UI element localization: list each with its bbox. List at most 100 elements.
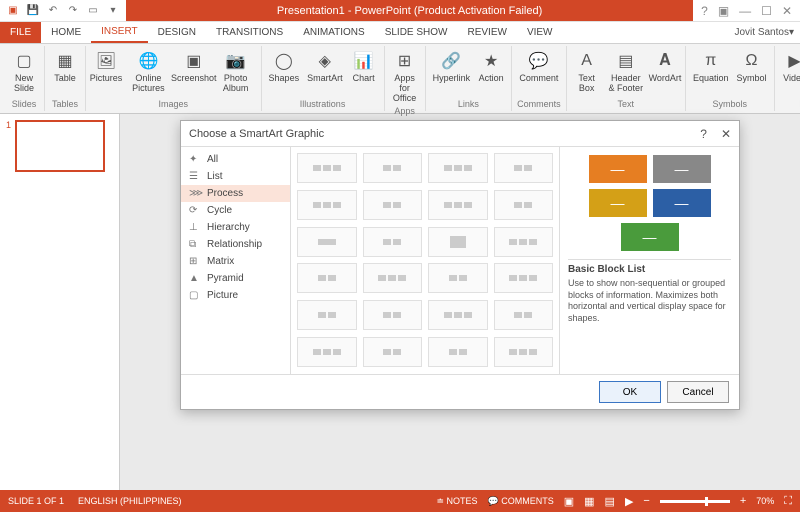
category-matrix[interactable]: ⊞Matrix [181,253,290,270]
gallery-item[interactable] [428,300,488,330]
fit-window-icon[interactable]: ⛶ [784,495,792,508]
reading-view-icon[interactable]: ▤ [605,495,615,508]
gallery-item[interactable] [363,300,423,330]
help-icon[interactable]: ? [701,4,708,18]
category-relationship[interactable]: ⧉Relationship [181,236,290,253]
photo-album-button[interactable]: 📷Photo Album [216,48,256,96]
hyperlink-button[interactable]: 🔗Hyperlink [431,48,473,86]
redo-icon[interactable]: ↷ [66,4,80,18]
normal-view-icon[interactable]: ▣ [564,495,574,508]
table-button[interactable]: ▦Table [50,48,80,86]
screenshot-button[interactable]: ▣Screenshot [176,48,212,86]
tab-transitions[interactable]: TRANSITIONS [206,22,293,43]
minimize-icon[interactable]: — [739,4,751,18]
category-cycle[interactable]: ⟳Cycle [181,202,290,219]
language-indicator[interactable]: ENGLISH (PHILIPPINES) [78,496,182,506]
gallery-item[interactable] [297,337,357,367]
comments-button[interactable]: 💬 COMMENTS [488,496,554,507]
category-list: ✦All ☰List ⋙Process ⟳Cycle ⊥Hierarchy ⧉R… [181,147,291,374]
gallery-item[interactable] [428,227,488,257]
smartart-dialog: Choose a SmartArt Graphic ? ✕ ✦All ☰List… [180,120,740,410]
symbol-button[interactable]: ΩSymbol [735,48,769,86]
gallery-item[interactable] [494,227,554,257]
shapes-button[interactable]: ◯Shapes [267,48,302,86]
gallery-item[interactable] [494,337,554,367]
gallery-item[interactable] [363,263,423,293]
chart-button[interactable]: 📊Chart [349,48,379,86]
preview-pane: — — — — — Basic Block List Use to show n… [559,147,739,374]
tab-design[interactable]: DESIGN [148,22,206,43]
new-slide-button[interactable]: ▢New Slide [9,48,39,96]
gallery-item[interactable] [494,300,554,330]
apps-button[interactable]: ⊞Apps for Office [390,48,420,106]
gallery-item[interactable] [428,190,488,220]
ok-button[interactable]: OK [599,381,661,403]
gallery-item[interactable] [297,227,357,257]
tab-home[interactable]: HOME [41,22,91,43]
dialog-close-icon[interactable]: ✕ [721,127,731,141]
tab-view[interactable]: VIEW [517,22,563,43]
gallery-item[interactable] [297,153,357,183]
comment-button[interactable]: 💬Comment [517,48,560,86]
gallery-item[interactable] [363,190,423,220]
category-picture[interactable]: ▢Picture [181,287,290,304]
close-icon[interactable]: ✕ [782,4,792,18]
action-button[interactable]: ★Action [476,48,506,86]
zoom-slider[interactable] [660,500,730,503]
textbox-button[interactable]: AText Box [572,48,602,96]
zoom-level[interactable]: 70% [756,496,774,506]
cancel-button[interactable]: Cancel [667,381,729,403]
maximize-icon[interactable]: ☐ [761,4,772,18]
undo-icon[interactable]: ↶ [46,4,60,18]
category-list-item[interactable]: ☰List [181,168,290,185]
zoom-out-icon[interactable]: − [643,495,649,507]
save-icon[interactable]: 💾 [26,4,40,18]
gallery-item[interactable] [494,263,554,293]
preview-title: Basic Block List [568,259,731,275]
gallery-item[interactable] [494,153,554,183]
gallery-item[interactable] [428,337,488,367]
tab-animations[interactable]: ANIMATIONS [293,22,374,43]
tab-file[interactable]: FILE [0,22,41,43]
category-all[interactable]: ✦All [181,151,290,168]
tab-slideshow[interactable]: SLIDE SHOW [375,22,458,43]
notes-button[interactable]: ≐ NOTES [436,496,477,507]
gallery-item[interactable] [428,153,488,183]
gallery-item[interactable] [363,227,423,257]
slideshow-view-icon[interactable]: ▶ [625,495,633,508]
thumbnail-preview [15,120,105,172]
gallery-item[interactable] [428,263,488,293]
ribbon-opts-icon[interactable]: ▣ [718,4,729,18]
qat-more-icon[interactable]: ▾ [106,4,120,18]
pictures-button[interactable]: 🖼Pictures [91,48,121,86]
smartart-button[interactable]: ◈SmartArt [305,48,345,86]
titlebar: ▣ 💾 ↶ ↷ ▭ ▾ Presentation1 - PowerPoint (… [0,0,800,22]
gallery-item[interactable] [297,190,357,220]
online-pictures-button[interactable]: 🌐Online Pictures [125,48,172,96]
zoom-in-icon[interactable]: + [740,495,746,507]
preview-block: — [589,155,647,183]
category-process[interactable]: ⋙Process [181,185,290,202]
start-icon[interactable]: ▭ [86,4,100,18]
category-hierarchy[interactable]: ⊥Hierarchy [181,219,290,236]
tab-insert[interactable]: INSERT [91,22,148,43]
sorter-view-icon[interactable]: ▦ [584,495,594,508]
video-button[interactable]: ▶Video [780,48,800,86]
dialog-help-icon[interactable]: ? [700,127,707,141]
category-pyramid[interactable]: ▲Pyramid [181,270,290,287]
preview-description: Use to show non-sequential or grouped bl… [568,278,731,325]
gallery-item[interactable] [297,263,357,293]
header-footer-button[interactable]: ▤Header & Footer [606,48,646,96]
wordart-button[interactable]: 𝐀WordArt [650,48,680,86]
gallery-item[interactable] [494,190,554,220]
powerpoint-icon: ▣ [6,4,20,18]
user-menu[interactable]: Jovit Santos ▾ [734,22,794,43]
gallery-item[interactable] [363,153,423,183]
gallery-item[interactable] [363,337,423,367]
gallery-item[interactable] [297,300,357,330]
slide-thumbnail[interactable]: 1 [6,120,113,172]
tab-review[interactable]: REVIEW [457,22,516,43]
equation-button[interactable]: πEquation [691,48,731,86]
preview-block: — [621,223,679,251]
slide-indicator[interactable]: SLIDE 1 OF 1 [8,496,64,506]
